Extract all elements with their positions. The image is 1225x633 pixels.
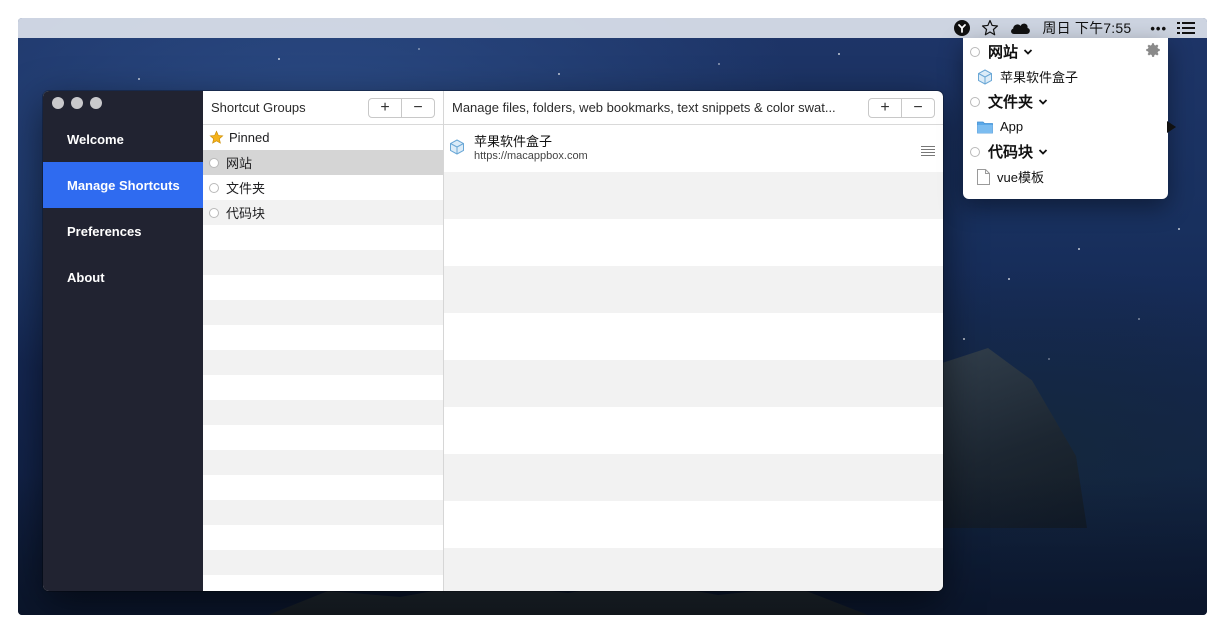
menu-section-folders[interactable]: 文件夹 [963,89,1168,114]
radio-icon [970,46,980,57]
content-add-remove: + − [868,97,935,118]
group-row-websites[interactable]: 网站 [203,150,443,175]
section-label: 代码块 [988,144,1034,161]
shortcuts-dropdown-menu: 网站 苹果软件盒子 文件夹 App 代码块 vue模板 [963,38,1176,199]
menu-bar: 周日 下午7:55 ••• [18,18,1207,38]
empty-row [203,550,443,575]
group-label: 网站 [226,156,253,171]
empty-row [203,225,443,250]
chevron-down-icon [1038,98,1048,106]
content-panel: Manage files, folders, web bookmarks, te… [444,91,943,591]
empty-row [203,300,443,325]
zoom-button[interactable] [90,97,102,109]
shortcut-list: 苹果软件盒子 https://macappbox.com [444,125,943,591]
shortcut-title: 苹果软件盒子 [474,134,553,149]
star-icon [209,130,224,145]
group-row-snippets[interactable]: 代码块 [203,200,443,225]
remove-group-button[interactable]: − [401,98,434,117]
nav-about[interactable]: About [43,254,203,300]
radio-icon [970,146,980,157]
window-controls [52,97,102,109]
desktop: 周日 下午7:55 ••• Welcome Manage Shortcuts P… [18,18,1207,615]
empty-row [444,266,943,313]
radio-icon [209,207,219,218]
empty-row [444,501,943,548]
empty-row [203,400,443,425]
nav-manage-shortcuts[interactable]: Manage Shortcuts [43,162,203,208]
empty-row [444,454,943,501]
chevron-down-icon [1038,148,1048,156]
groups-toolbar: Shortcut Groups + − [203,91,443,125]
add-shortcut-button[interactable]: + [869,99,901,117]
group-label: 文件夹 [226,181,266,196]
submenu-arrow-icon [1167,121,1176,133]
empty-row [444,313,943,360]
content-title: Manage files, folders, web bookmarks, te… [452,100,836,115]
clock[interactable]: 周日 下午7:55 [1042,18,1131,38]
radio-icon [970,96,980,107]
group-row-folders[interactable]: 文件夹 [203,175,443,200]
sidebar: Welcome Manage Shortcuts Preferences Abo… [43,91,203,591]
menu-section-websites[interactable]: 网站 [963,39,1168,64]
groups-panel: Shortcut Groups + − Pinned 网站 文件夹 代码块 [203,91,444,591]
star-icon[interactable] [981,18,999,38]
menu-item-label: App [1000,119,1024,134]
cloud-icon[interactable] [1009,18,1031,38]
empty-row [203,525,443,550]
shortcut-url: https://macappbox.com [474,150,588,162]
empty-row [203,475,443,500]
group-label: 代码块 [226,206,266,221]
empty-row [444,360,943,407]
document-icon [977,168,990,185]
group-label: Pinned [229,130,270,145]
groups-add-remove: + − [368,97,435,118]
empty-row [203,350,443,375]
app-window: Welcome Manage Shortcuts Preferences Abo… [43,91,943,591]
menu-item-macappbox[interactable]: 苹果软件盒子 [963,64,1182,89]
empty-row [203,500,443,525]
nav-welcome[interactable]: Welcome [43,116,203,162]
more-menu[interactable]: ••• [1150,18,1167,38]
empty-row [203,425,443,450]
empty-row [444,219,943,266]
minimize-button[interactable] [71,97,83,109]
empty-row [203,275,443,300]
groups-list: Pinned 网站 文件夹 代码块 [203,125,443,591]
list-icon[interactable] [1177,18,1195,38]
cube-icon [977,68,993,85]
shortcut-row[interactable]: 苹果软件盒子 https://macappbox.com [444,125,943,172]
remove-shortcut-button[interactable]: − [901,98,934,117]
section-label: 文件夹 [988,94,1034,111]
menu-item-label: 苹果软件盒子 [1000,70,1079,85]
group-row-pinned[interactable]: Pinned [203,125,443,150]
empty-row [444,407,943,454]
empty-row [203,375,443,400]
section-label: 网站 [988,44,1019,61]
empty-row [203,250,443,275]
chevron-down-icon [1023,48,1033,56]
menu-item-app-folder[interactable]: App [963,114,1182,139]
empty-row [203,450,443,475]
empty-row [203,575,443,591]
empty-row [444,172,943,219]
content-toolbar: Manage files, folders, web bookmarks, te… [444,91,943,125]
add-group-button[interactable]: + [369,99,401,117]
empty-row [444,548,943,591]
cube-icon [449,139,465,160]
reorder-handle-icon[interactable] [921,143,935,161]
sidebar-nav: Welcome Manage Shortcuts Preferences Abo… [43,116,203,300]
menu-item-label: vue模板 [997,170,1044,185]
nav-preferences[interactable]: Preferences [43,208,203,254]
menu-item-vue-template[interactable]: vue模板 [963,164,1182,189]
close-button[interactable] [52,97,64,109]
folder-icon [977,120,993,134]
groups-title: Shortcut Groups [211,100,306,115]
radio-icon [209,157,219,168]
app-status-icon[interactable] [953,18,971,38]
menu-section-snippets[interactable]: 代码块 [963,139,1168,164]
empty-row [203,325,443,350]
radio-icon [209,182,219,193]
